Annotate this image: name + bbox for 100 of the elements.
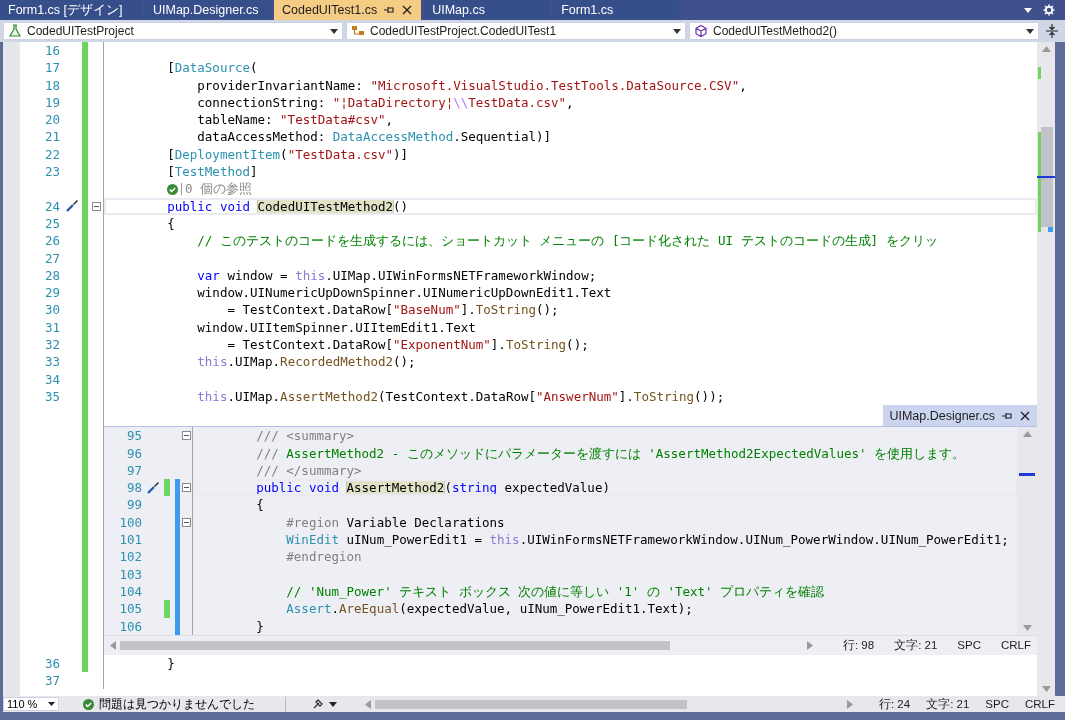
code-line: public void AssertMethod2(string expectedValue) — [193, 479, 1017, 497]
line-number: 34 — [44, 371, 60, 387]
cube-icon — [694, 24, 708, 38]
code-line: this.UIMap.RecordedMethod2(); — [196, 353, 417, 371]
code-line: #endregion — [285, 548, 363, 566]
code-line: [DataSource( — [166, 59, 259, 77]
line-number: 24 — [44, 198, 60, 214]
line-indicator[interactable]: 行: 98 — [842, 637, 875, 653]
column-indicator[interactable]: 文字: 21 — [926, 696, 970, 712]
code-line: [TestMethod] — [166, 163, 259, 181]
scroll-marker — [1048, 227, 1053, 232]
line-number: 30 — [44, 302, 60, 318]
line-number: 104 — [119, 583, 142, 599]
code-line: // 'Num_Power' テキスト ボックス 次の値に等しい '1' の 'Text' プロパティを確認 — [285, 582, 826, 601]
document-tab[interactable]: CodedUITest1.cs — [274, 0, 422, 20]
line-number: 22 — [44, 146, 60, 162]
caret-icon — [330, 28, 338, 34]
flask-icon — [8, 24, 22, 38]
indent-indicator[interactable]: SPC — [985, 698, 1009, 710]
caret-icon — [48, 702, 55, 706]
code-line: connectionString: "¦DataDirectory¦\\TestData.csv", — [196, 93, 575, 112]
document-tab[interactable]: Form1.cs [デザイン] — [0, 0, 142, 20]
type-dropdown[interactable]: CodedUITestProject.CodedUITest1 — [346, 22, 686, 40]
code-line: this.UIMap.AssertMethod2(TestContext.DataRow["AnswerNum"].ToString()); — [196, 387, 726, 406]
check-icon — [83, 698, 94, 710]
split-icon[interactable] — [1045, 23, 1059, 39]
project-dropdown[interactable]: CodedUITestProject — [3, 22, 343, 40]
code-line: var window = this.UIMap.UIWinFormsNETFrameworkWindow; — [196, 266, 598, 285]
line-number: 31 — [44, 319, 60, 335]
line-number: 16 — [44, 43, 60, 58]
code-line: = TestContext.DataRow["ExponentNum"].ToString(); — [226, 336, 590, 354]
code-line: [DeploymentItem("TestData.csv")] — [166, 145, 410, 164]
line-number: 102 — [119, 549, 142, 565]
code-line: public void CodedUITestMethod2() — [104, 197, 1037, 215]
scrollbar-thumb[interactable] — [1041, 127, 1053, 227]
member-dropdown[interactable]: CodedUITestMethod2() — [689, 22, 1039, 40]
code-line: /// </summary> — [255, 461, 363, 480]
collapse-icon[interactable] — [182, 517, 191, 527]
line-number: 103 — [119, 566, 142, 582]
code-line: dataAccessMethod: DataAccessMethod.Sequential)] — [196, 128, 553, 146]
line-number: 19 — [44, 94, 60, 110]
peek-tab[interactable]: UIMap.Designer.cs — [883, 405, 1037, 427]
line-number: 36 — [44, 655, 60, 671]
code-line: providerInvariantName: "Microsoft.VisualStudio.TestTools.DataSource.CSV", — [196, 76, 748, 94]
code-line: { — [255, 496, 265, 514]
screwdriver-icon[interactable] — [65, 199, 79, 214]
line-number: 23 — [44, 164, 60, 180]
horizontal-scrollbar-thumb[interactable] — [375, 699, 687, 709]
caret-position-marker — [1019, 473, 1035, 477]
code-line: } — [255, 617, 265, 635]
line-number: 21 — [44, 129, 60, 145]
close-icon[interactable] — [401, 4, 414, 16]
code-line: { — [166, 214, 176, 233]
line-number: 95 — [126, 428, 142, 444]
line-number: 17 — [44, 60, 60, 76]
change-marker — [1038, 67, 1041, 79]
blocks-icon — [351, 24, 365, 38]
code-line: = TestContext.DataRow["BaseNum"].ToString(); — [226, 301, 560, 319]
line-number: 32 — [44, 337, 60, 353]
code-line: Assert.AreEqual(expectedValue, uINum_PowerEdit1.Text); — [285, 600, 694, 618]
dropdown-icon[interactable] — [1023, 6, 1033, 14]
settings-icon[interactable] — [1043, 4, 1055, 16]
line-number: 99 — [126, 497, 142, 513]
document-tab[interactable]: UIMap.cs — [424, 0, 551, 20]
collapse-icon[interactable] — [182, 483, 191, 493]
code-line: WinEdit uINum_PowerEdit1 = this.UIWinFormsNETFrameworkWindow.UINum_PowerWindow.UINum_PowerEdit1; — [285, 531, 1010, 549]
code-line: tableName: "TestData#csv", — [196, 111, 394, 129]
code-line: window.UIItemSpinner.UIItemEdit1.Text — [196, 318, 477, 337]
document-tab[interactable]: Form1.cs — [553, 0, 680, 20]
reference-count-link[interactable]: 0 個の参照 — [185, 180, 253, 198]
line-number: 98 — [126, 480, 142, 496]
code-line: // このテストのコードを生成するには、ショートカット メニューの [コード化された UI テストのコードの生成] をクリッ — [196, 232, 939, 250]
line-number: 101 — [119, 532, 142, 547]
column-indicator[interactable]: 文字: 21 — [894, 637, 938, 653]
close-icon[interactable] — [1019, 409, 1031, 422]
line-number: 25 — [44, 215, 60, 231]
document-tab[interactable]: UIMap.Designer.cs — [145, 0, 271, 20]
screwdriver-icon[interactable] — [146, 480, 160, 495]
caret-icon[interactable] — [329, 701, 337, 707]
line-number: 100 — [119, 514, 142, 530]
code-line: /// <summary> — [255, 427, 356, 445]
caret-icon — [673, 28, 681, 34]
indent-indicator[interactable]: SPC — [957, 639, 981, 652]
line-indicator[interactable]: 行: 24 — [878, 696, 911, 712]
line-number: 106 — [119, 618, 142, 634]
issues-status[interactable]: 問題は見つかりませんでした — [99, 696, 286, 712]
caret-position-marker — [1037, 176, 1055, 178]
collapse-icon[interactable] — [182, 431, 191, 441]
collapse-icon[interactable] — [92, 201, 101, 211]
code-line: window.UINumericUpDownSpinner.UINumericUpDownEdit1.Text — [196, 284, 613, 302]
zoom-dropdown[interactable]: 110 % — [3, 697, 59, 711]
horizontal-scrollbar-thumb[interactable] — [120, 640, 670, 650]
line-number: 96 — [126, 445, 142, 461]
vertical-scrollbar[interactable] — [1037, 42, 1055, 696]
code-line: #region Variable Declarations — [285, 513, 506, 531]
line-number: 28 — [44, 267, 60, 283]
line-ending-indicator[interactable]: CRLF — [1000, 639, 1031, 652]
code-line: /// AssertMethod2 - このメソッドにパラメーターを渡すには 'AssertMethod2ExpectedValues' を使用します。 — [255, 444, 967, 462]
line-ending-indicator[interactable]: CRLF — [1024, 698, 1055, 710]
pin-icon[interactable] — [383, 4, 396, 16]
